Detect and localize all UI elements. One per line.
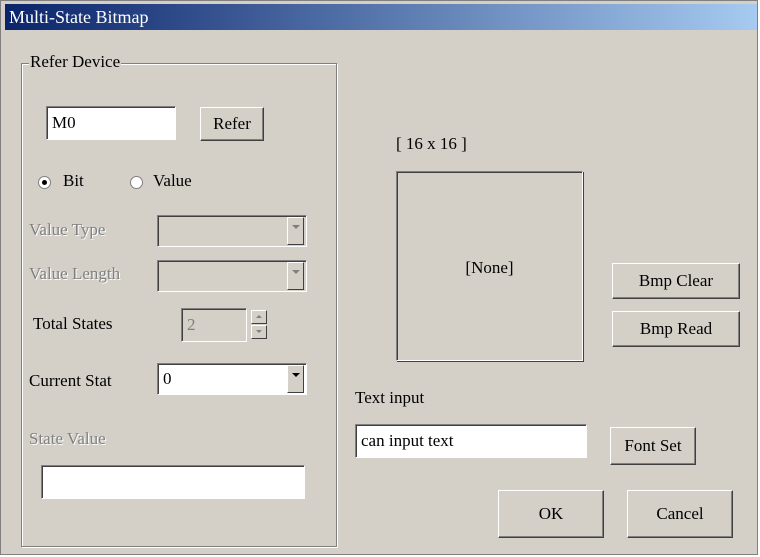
ok-button[interactable]: OK <box>498 490 604 538</box>
bmp-clear-button[interactable]: Bmp Clear <box>612 263 740 299</box>
text-input-label: Text input <box>355 388 425 407</box>
value-length-select[interactable] <box>157 260 307 292</box>
text-input-field[interactable]: can input text <box>355 424 587 458</box>
value-type-select[interactable] <box>157 215 307 247</box>
value-type-label: Value Type <box>29 220 106 239</box>
total-states-down-icon[interactable] <box>251 325 267 339</box>
font-set-button[interactable]: Font Set <box>610 427 696 465</box>
state-value-input[interactable] <box>41 465 305 499</box>
value-radio-label: Value <box>153 171 192 190</box>
bitmap-preview: [None] <box>396 171 583 361</box>
total-states-label: Total States <box>33 314 113 333</box>
value-length-label: Value Length <box>29 264 121 283</box>
value-radio[interactable] <box>130 176 143 189</box>
bit-radio-label: Bit <box>63 171 84 190</box>
refer-button[interactable]: Refer <box>200 107 264 141</box>
cancel-button[interactable]: Cancel <box>627 490 733 538</box>
current-stat-label: Current Stat <box>29 371 112 390</box>
multi-state-bitmap-dialog: Multi-State Bitmap Refer Device M0 Refer… <box>0 0 758 555</box>
state-value-label: State Value <box>29 429 106 448</box>
title-bar[interactable]: Multi-State Bitmap <box>5 4 757 30</box>
bitmap-size-label: [ 16 x 16 ] <box>396 134 467 153</box>
total-states-input[interactable]: 2 <box>181 308 247 342</box>
bit-radio[interactable] <box>38 176 51 189</box>
window-title: Multi-State Bitmap <box>9 7 149 27</box>
value-length-dropdown-icon[interactable] <box>287 262 304 290</box>
device-address-input[interactable]: M0 <box>46 106 176 140</box>
current-stat-dropdown-icon[interactable] <box>287 365 304 393</box>
refer-device-group-label: Refer Device <box>29 52 122 72</box>
total-states-up-icon[interactable] <box>251 310 267 324</box>
bmp-read-button[interactable]: Bmp Read <box>612 311 740 347</box>
current-stat-select[interactable]: 0 <box>157 363 307 395</box>
bitmap-preview-text: [None] <box>465 258 514 277</box>
value-type-dropdown-icon[interactable] <box>287 217 304 245</box>
